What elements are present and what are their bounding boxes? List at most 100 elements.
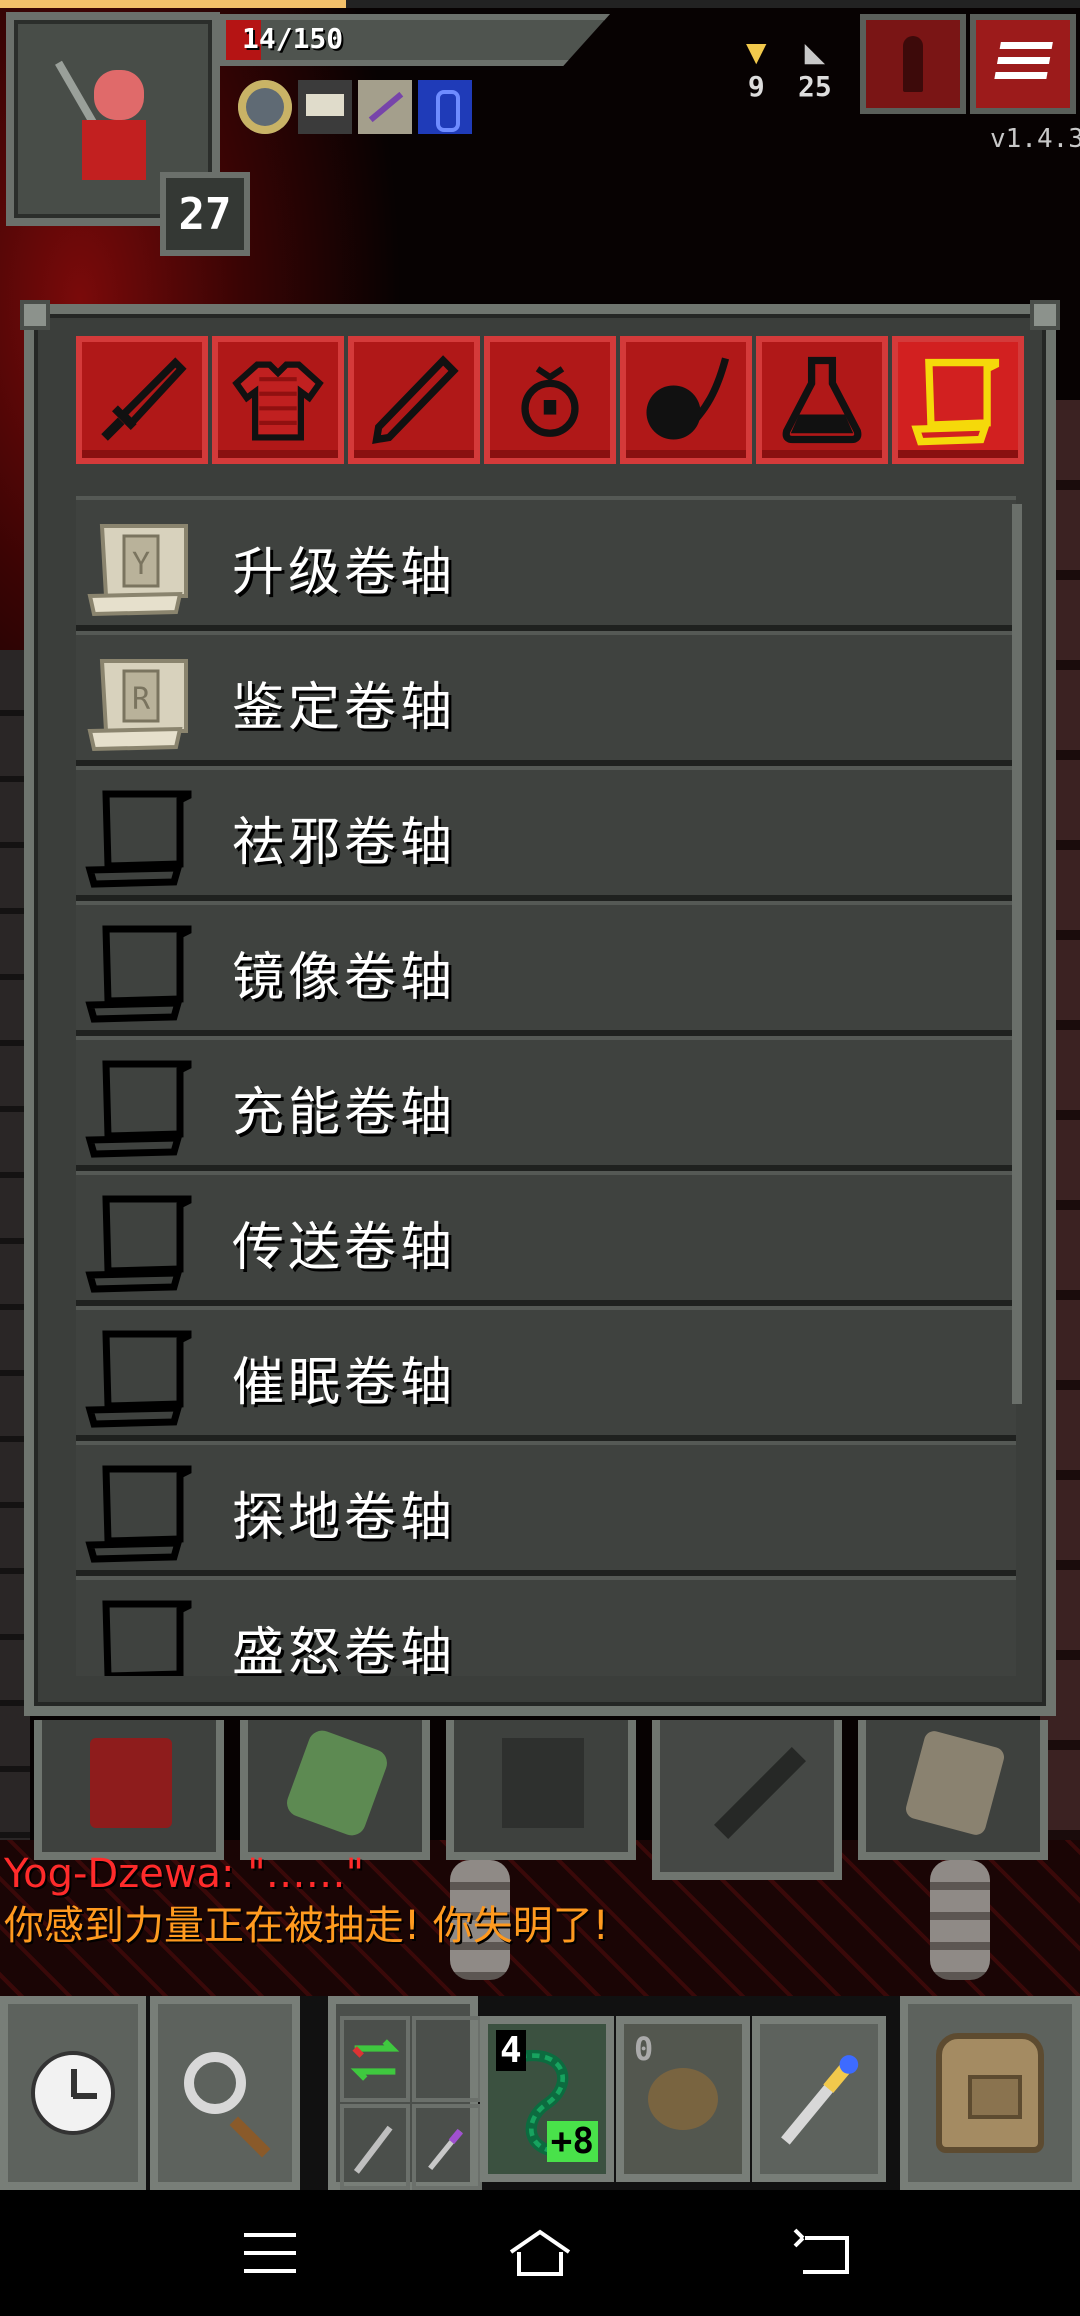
swap-icon[interactable] bbox=[340, 2016, 410, 2102]
journal-button[interactable] bbox=[860, 14, 966, 114]
gold-counter: ▼ 9 bbox=[746, 34, 766, 103]
unknown-scroll-icon bbox=[84, 1193, 194, 1293]
quickslot-chain[interactable]: 4 +8 bbox=[480, 2016, 614, 2182]
game-log: Yog-Dzewa: "……" 你感到力量正在被抽走! 你失明了! bbox=[4, 1848, 609, 1952]
inventory-window: Y 升级卷轴 R 鉴定卷轴祛邪卷轴镜像卷轴充能卷轴传送卷轴催眠卷轴探地卷轴盛怒卷轴 bbox=[20, 300, 1060, 1716]
list-item[interactable]: 祛邪卷轴 bbox=[76, 766, 1016, 901]
scroll-list: Y 升级卷轴 R 鉴定卷轴祛邪卷轴镜像卷轴充能卷轴传送卷轴催眠卷轴探地卷轴盛怒卷轴 bbox=[76, 496, 1016, 1676]
back-icon bbox=[793, 2228, 849, 2274]
list-item[interactable]: Y 升级卷轴 bbox=[76, 496, 1016, 631]
blindness-buff-icon[interactable] bbox=[418, 80, 472, 134]
dart-quickslot[interactable] bbox=[412, 2104, 482, 2190]
bottom-toolbar: 4 +8 0 bbox=[0, 1996, 1080, 2190]
recents-button[interactable] bbox=[230, 2218, 310, 2288]
system-nav-bar bbox=[0, 2190, 1080, 2316]
quickslot-upgrade: +8 bbox=[546, 2121, 598, 2162]
unknown-scroll-icon bbox=[84, 1598, 194, 1676]
list-item[interactable]: R 鉴定卷轴 bbox=[76, 631, 1016, 766]
log-line: 你感到力量正在被抽走! 你失明了! bbox=[4, 1903, 609, 1949]
unknown-scroll-icon bbox=[84, 1463, 194, 1563]
svg-text:R: R bbox=[132, 682, 151, 717]
quickslot-seed[interactable]: 0 bbox=[616, 2016, 750, 2182]
bag-tab-scrolls[interactable] bbox=[858, 1720, 1048, 1860]
wand-quickslot[interactable] bbox=[340, 2104, 410, 2190]
armor-icon bbox=[232, 361, 324, 441]
sword-silhouette-icon bbox=[714, 1747, 806, 1839]
home-button[interactable] bbox=[500, 2218, 580, 2288]
seed-pouch-icon bbox=[283, 1726, 391, 1840]
list-item[interactable]: 盛怒卷轴 bbox=[76, 1576, 1016, 1676]
item-label: 鉴定卷轴 bbox=[232, 678, 457, 738]
quickslot-wand[interactable] bbox=[752, 2016, 886, 2182]
identified-scroll-icon: Y bbox=[84, 518, 194, 618]
depth-counter: ◣ 25 bbox=[798, 34, 832, 103]
log-line: Yog-Dzewa: "……" bbox=[4, 1851, 365, 1897]
artifact-icon bbox=[646, 357, 730, 440]
gold-value: 9 bbox=[747, 70, 765, 103]
unknown-scroll-icon bbox=[84, 923, 194, 1023]
clock-icon bbox=[31, 2051, 115, 2135]
trophy-icon: ▼ bbox=[746, 32, 767, 72]
item-label: 升级卷轴 bbox=[232, 543, 457, 603]
backpack-button[interactable] bbox=[900, 1996, 1080, 2190]
magnifier-icon bbox=[184, 2052, 246, 2114]
svg-text:Y: Y bbox=[132, 547, 150, 582]
experience-fill bbox=[0, 0, 346, 8]
search-button[interactable] bbox=[150, 1996, 300, 2190]
wait-button[interactable] bbox=[0, 1996, 146, 2190]
potion-icon bbox=[782, 356, 862, 444]
menu-button[interactable] bbox=[970, 14, 1076, 114]
book-icon bbox=[90, 1738, 172, 1828]
bag-tab-seeds[interactable] bbox=[240, 1720, 430, 1860]
key-icon bbox=[903, 36, 923, 92]
back-button[interactable] bbox=[784, 2218, 864, 2288]
weakness-buff-icon[interactable] bbox=[358, 80, 412, 134]
menu-lines-icon bbox=[244, 2233, 296, 2273]
hero-level: 27 bbox=[160, 172, 250, 256]
item-label: 充能卷轴 bbox=[232, 1083, 457, 1143]
stairs-icon: ◣ bbox=[804, 32, 826, 72]
hp-bar: 14/150 bbox=[220, 14, 610, 66]
light-buff-icon[interactable] bbox=[238, 80, 292, 134]
list-scrollbar[interactable] bbox=[1012, 504, 1022, 1404]
backpack-icon bbox=[936, 2033, 1044, 2153]
quickslot-count: 0 bbox=[634, 2030, 654, 2068]
quickslot-swap-panel[interactable] bbox=[328, 1996, 482, 2190]
tab-scrolls[interactable] bbox=[892, 336, 1024, 464]
tab-armor[interactable] bbox=[212, 336, 344, 464]
unknown-scroll-icon bbox=[84, 788, 194, 888]
hunger-buff-icon[interactable] bbox=[298, 80, 352, 134]
experience-bar bbox=[0, 0, 1080, 8]
tab-potions[interactable] bbox=[756, 336, 888, 464]
gauntlet-icon bbox=[502, 1738, 584, 1828]
bag-tab-weapons[interactable] bbox=[652, 1720, 842, 1880]
item-label: 催眠卷轴 bbox=[232, 1353, 457, 1413]
empty-quickslot[interactable] bbox=[412, 2016, 482, 2102]
version-label: v1.4.3 bbox=[990, 124, 1080, 154]
tab-wands[interactable] bbox=[348, 336, 480, 464]
tab-weapons[interactable] bbox=[76, 336, 208, 464]
menu-icon bbox=[993, 42, 1053, 86]
item-label: 传送卷轴 bbox=[232, 1218, 457, 1278]
item-label: 探地卷轴 bbox=[232, 1488, 457, 1548]
bag-tab-spellbook[interactable] bbox=[34, 1720, 224, 1860]
scroll-holder-icon bbox=[903, 1728, 1007, 1838]
hero-avatar bbox=[55, 60, 162, 188]
list-item[interactable]: 催眠卷轴 bbox=[76, 1306, 1016, 1441]
list-item[interactable]: 充能卷轴 bbox=[76, 1036, 1016, 1171]
tab-artifacts[interactable] bbox=[620, 336, 752, 464]
skull-pile bbox=[930, 1860, 990, 1980]
bag-tab-keys[interactable] bbox=[446, 1720, 636, 1860]
item-label: 盛怒卷轴 bbox=[232, 1623, 457, 1676]
item-label: 镜像卷轴 bbox=[232, 948, 457, 1008]
list-item[interactable]: 镜像卷轴 bbox=[76, 901, 1016, 1036]
unknown-scroll-icon bbox=[84, 1058, 194, 1158]
list-item[interactable]: 传送卷轴 bbox=[76, 1171, 1016, 1306]
quickslot-count: 4 bbox=[496, 2030, 526, 2071]
unknown-scroll-icon bbox=[84, 1328, 194, 1428]
tab-rings[interactable] bbox=[484, 336, 616, 464]
home-icon bbox=[509, 2229, 571, 2276]
seed-icon bbox=[648, 2068, 718, 2130]
list-item[interactable]: 探地卷轴 bbox=[76, 1441, 1016, 1576]
item-label: 祛邪卷轴 bbox=[232, 813, 457, 873]
